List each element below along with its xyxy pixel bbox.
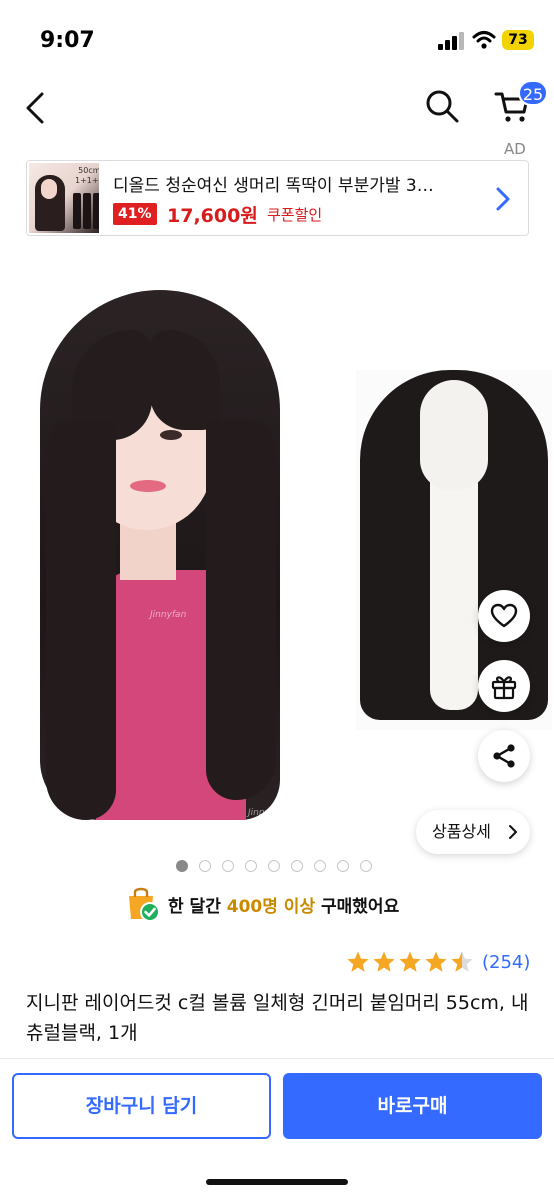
mannequin-head <box>420 380 488 490</box>
ad-price: 17,600원 <box>167 205 258 227</box>
product-detail-label: 상품상세 <box>432 822 491 841</box>
carousel-dot[interactable] <box>222 860 234 872</box>
wifi-icon <box>472 31 496 49</box>
search-icon[interactable] <box>424 88 460 124</box>
model-eye <box>160 430 182 440</box>
add-to-cart-button[interactable]: 장바구니 담기 <box>12 1073 271 1139</box>
battery-icon: 73 <box>502 30 534 50</box>
ad-coupon-label: 쿠폰할인 <box>267 206 323 224</box>
carousel-dot[interactable] <box>268 860 280 872</box>
buy-now-button[interactable]: 바로구매 <box>283 1073 542 1139</box>
carousel-dot[interactable] <box>176 860 188 872</box>
notice-highlight: 400명 이상 <box>226 897 316 917</box>
ad-title: 디올드 청순여신 생머리 똑딱이 부분가발 3… <box>113 176 434 196</box>
notice-suffix: 구매했어요 <box>315 897 400 917</box>
mannequin-neck <box>430 480 478 710</box>
notice-prefix: 한 달간 <box>168 897 227 917</box>
back-icon[interactable] <box>22 90 50 126</box>
carousel-dot[interactable] <box>245 860 257 872</box>
star-icon <box>399 951 421 972</box>
chevron-right-icon <box>509 825 517 839</box>
ad-label: AD <box>504 140 526 158</box>
carousel-dot[interactable] <box>360 860 372 872</box>
star-icon <box>451 951 473 972</box>
review-count[interactable]: (254) <box>482 952 530 973</box>
ad-thumb-size: 50cm <box>78 166 99 175</box>
star-icon <box>373 951 395 972</box>
chevron-right-icon[interactable] <box>493 185 513 213</box>
carousel-indicator <box>176 860 372 872</box>
star-icon <box>347 951 369 972</box>
heart-icon <box>490 603 518 628</box>
star-icon <box>425 951 447 972</box>
ad-discount-badge: 41% <box>113 203 157 225</box>
star-rating <box>346 950 474 974</box>
ad-thumb-face <box>41 179 57 199</box>
gift-icon <box>491 676 517 700</box>
home-indicator <box>206 1179 348 1185</box>
carousel-dot[interactable] <box>337 860 349 872</box>
carousel-dot[interactable] <box>291 860 303 872</box>
signal-icon <box>438 32 464 50</box>
ad-thumb-pack <box>83 193 91 229</box>
share-icon <box>493 744 515 768</box>
watermark: Jinnyfan <box>150 610 187 620</box>
carousel-dot[interactable] <box>199 860 211 872</box>
status-time: 9:07 <box>40 28 95 53</box>
gift-button[interactable] <box>478 660 530 712</box>
bottom-action-bar: 장바구니 담기 바로구매 <box>0 1058 554 1200</box>
ad-thumbnail: 50cm 1+1+1 <box>29 163 99 233</box>
ad-thumb-tag: 50cm 1+1+1 <box>75 166 99 186</box>
ad-banner[interactable]: 50cm 1+1+1 디올드 청순여신 생머리 똑딱이 부분가발 3… 41% … <box>26 160 529 236</box>
product-detail-button[interactable]: 상품상세 <box>416 810 530 854</box>
ad-thumb-count: 1+1+1 <box>75 176 99 185</box>
purchase-notice-text: 한 달간 400명 이상 구매했어요 <box>168 892 399 917</box>
product-title: 지니판 레이어드컷 c컬 볼륨 일체형 긴머리 붙임머리 55cm, 내츄럴블랙… <box>26 992 529 1044</box>
ad-thumb-pack <box>73 193 81 229</box>
wishlist-button[interactable] <box>478 590 530 642</box>
carousel-dot[interactable] <box>314 860 326 872</box>
model-hair-left <box>46 420 116 820</box>
share-button[interactable] <box>478 730 530 782</box>
cart-count-badge: 25 <box>518 80 548 106</box>
nav-bar: 25 <box>0 80 554 140</box>
shopping-bag-check-icon <box>129 887 160 922</box>
ad-thumb-pack <box>93 193 99 229</box>
product-image[interactable]: Jinnyfan Jinnyfan <box>0 270 554 830</box>
model-lips <box>130 480 166 492</box>
watermark: Jinnyfan <box>248 808 285 818</box>
model-hair-right <box>206 420 276 800</box>
status-bar: 9:07 73 <box>0 0 554 80</box>
